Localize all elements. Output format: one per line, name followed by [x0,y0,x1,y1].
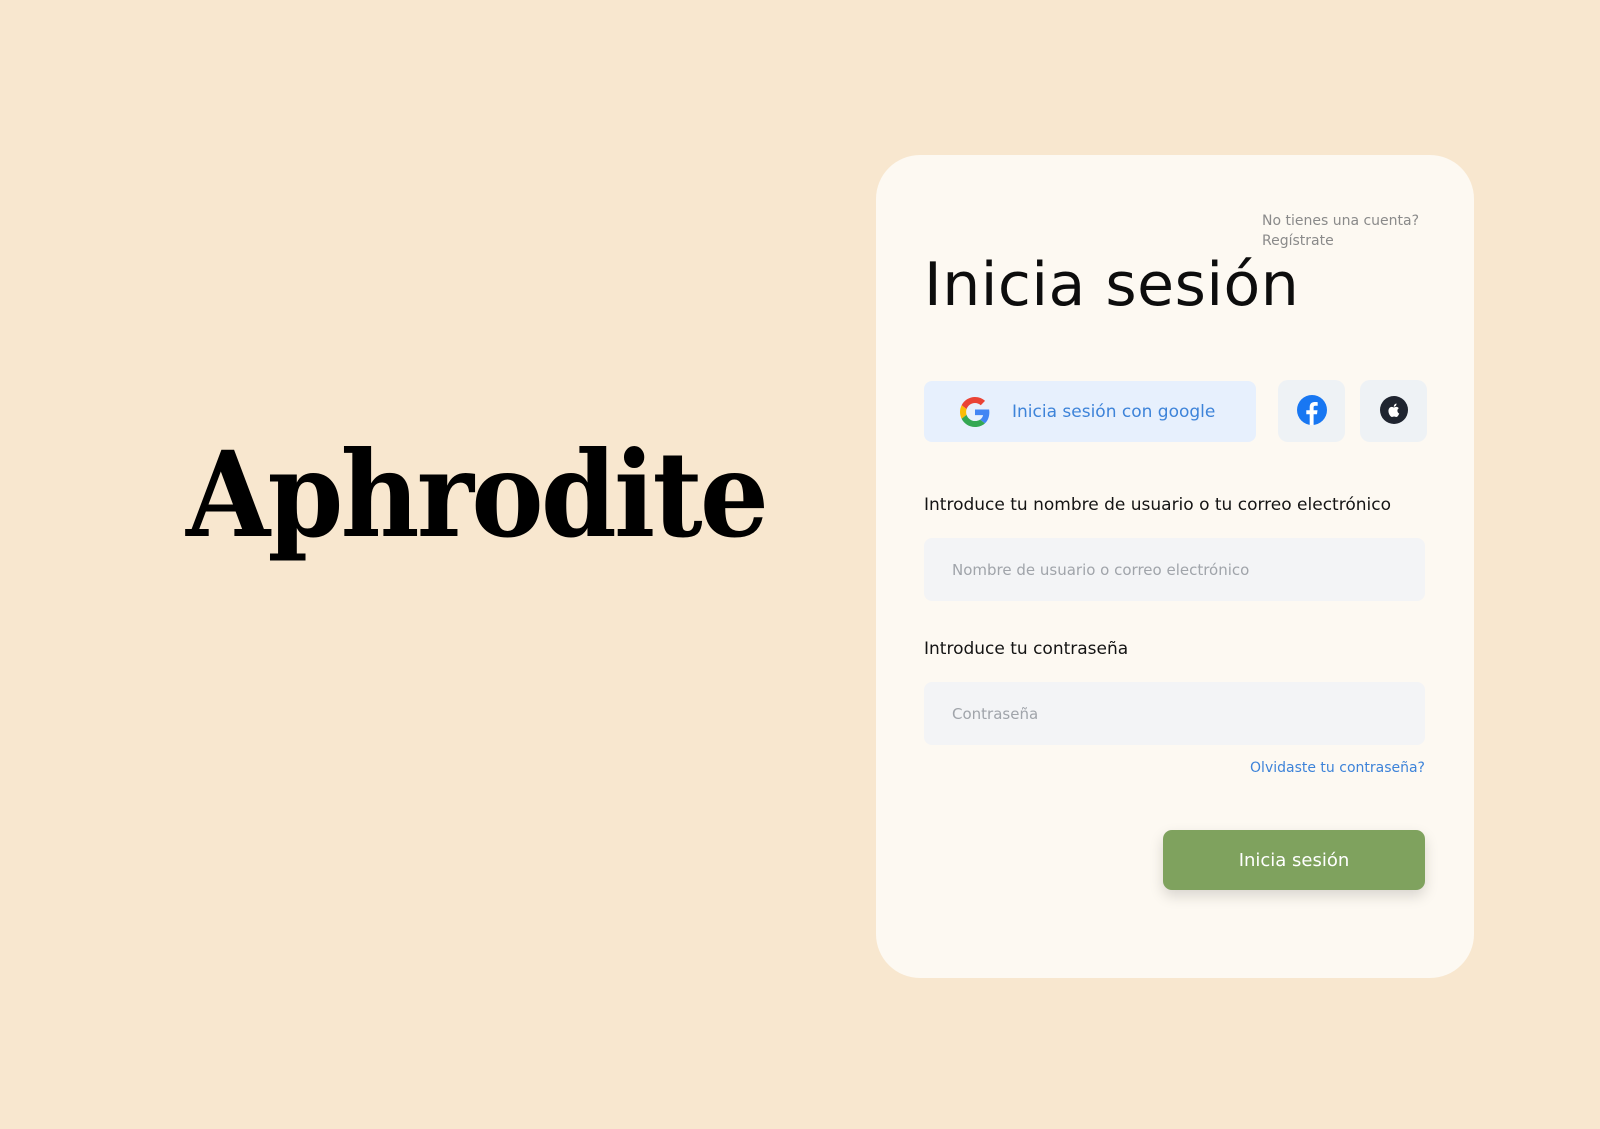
username-input[interactable] [924,538,1425,601]
facebook-icon [1296,394,1327,428]
google-button-label: Inicia sesión con google [1012,401,1216,422]
apple-sign-in-button[interactable] [1360,380,1427,442]
forgot-password-link[interactable]: Olvidaste tu contraseña? [1250,760,1425,776]
signup-prompt: No tienes una cuenta? Regístrate [1262,211,1419,251]
sign-in-button[interactable]: Inicia sesión [1163,830,1425,890]
password-input[interactable] [924,682,1425,745]
facebook-sign-in-button[interactable] [1278,380,1345,442]
google-sign-in-button[interactable]: Inicia sesión con google [924,381,1256,442]
username-label: Introduce tu nombre de usuario o tu corr… [924,495,1391,515]
login-card: No tienes una cuenta? Regístrate Inicia … [876,155,1474,978]
signup-prompt-text: No tienes una cuenta? [1262,213,1420,229]
apple-icon [1379,395,1408,427]
google-icon [960,396,990,427]
password-label: Introduce tu contraseña [924,639,1129,659]
brand-logo-text: Aphrodite [186,425,769,564]
page-title: Inicia sesión [924,250,1300,320]
